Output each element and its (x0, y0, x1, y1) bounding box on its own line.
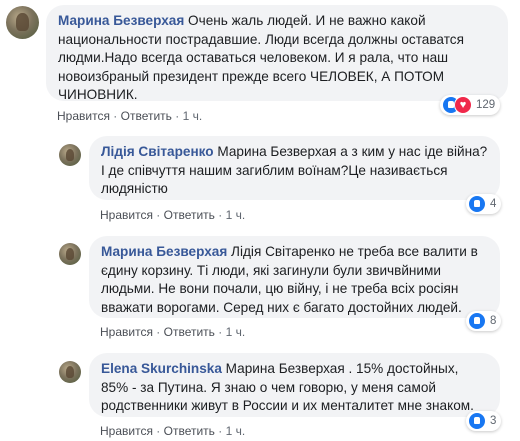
reply-link[interactable]: Ответить (164, 325, 215, 339)
avatar[interactable] (59, 144, 81, 166)
comment-author[interactable]: Марина Безверхая (101, 244, 227, 259)
reaction-summary[interactable]: 3 (466, 411, 502, 431)
timestamp[interactable]: 1 ч. (226, 424, 246, 438)
reaction-count: 4 (490, 198, 497, 210)
reaction-summary[interactable]: 129 (440, 95, 501, 115)
comment-bubble: Лідія Світаренко Марина Безверхая а з ки… (89, 136, 500, 200)
reaction-summary[interactable]: 8 (466, 311, 502, 331)
comment-bubble: Марина Безверхая Очень жаль людей. И не … (46, 5, 508, 102)
comment-author[interactable]: Elena Skurchinska (101, 361, 222, 376)
comment-actions: Нравится · Ответить · 1 ч. (100, 208, 246, 222)
avatar[interactable] (59, 361, 81, 383)
like-link[interactable]: Нравится (100, 208, 153, 222)
like-icon (468, 195, 486, 213)
like-link[interactable]: Нравится (100, 325, 153, 339)
reply-link[interactable]: Ответить (121, 109, 172, 123)
comment-bubble: Elena Skurchinska Марина Безверхая . 15%… (89, 353, 500, 417)
reaction-count: 129 (476, 99, 496, 111)
like-link[interactable]: Нравится (100, 424, 153, 438)
avatar[interactable] (59, 243, 81, 265)
reaction-count: 8 (490, 315, 497, 327)
like-link[interactable]: Нравится (57, 109, 110, 123)
comment-bubble: Марина Безверхая Лідія Світаренко не тре… (89, 236, 500, 318)
like-icon (468, 412, 486, 430)
love-icon (454, 96, 472, 114)
comment-author[interactable]: Марина Безверхая (58, 13, 184, 28)
comment-actions: Нравится · Ответить · 1 ч. (100, 424, 246, 438)
comment-author[interactable]: Лідія Світаренко (101, 144, 214, 159)
reaction-summary[interactable]: 4 (466, 194, 502, 214)
timestamp[interactable]: 1 ч. (226, 208, 246, 222)
timestamp[interactable]: 1 ч. (183, 109, 203, 123)
comment-actions: Нравится · Ответить · 1 ч. (57, 109, 203, 123)
avatar[interactable] (6, 6, 39, 39)
comment-actions: Нравится · Ответить · 1 ч. (100, 325, 246, 339)
timestamp[interactable]: 1 ч. (226, 325, 246, 339)
reply-link[interactable]: Ответить (164, 208, 215, 222)
reaction-count: 3 (490, 415, 497, 427)
like-icon (468, 312, 486, 330)
reply-link[interactable]: Ответить (164, 424, 215, 438)
